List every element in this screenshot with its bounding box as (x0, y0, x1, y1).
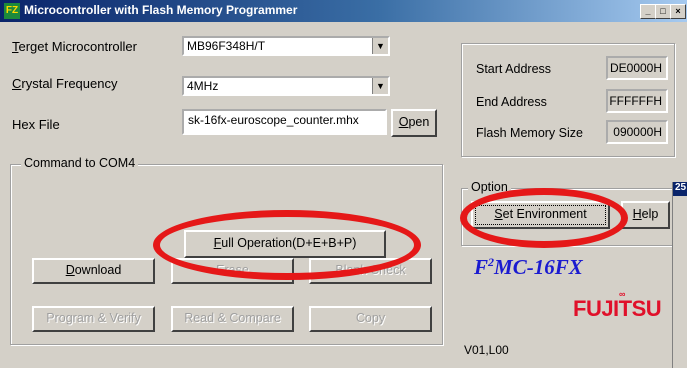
start-address-label: Start Address (476, 62, 552, 76)
flash-memory-size-value: 090000H (606, 120, 668, 144)
help-button[interactable]: Help (621, 201, 670, 229)
end-address-label: End Address (476, 95, 547, 109)
end-address-value: FFFFFFH (606, 89, 668, 113)
crystal-frequency-select[interactable]: 4MHz ▼ (182, 76, 390, 96)
target-microcontroller-label: Terget Microcontroller (12, 39, 137, 54)
fujitsu-infinity-mark: ∞ (619, 289, 625, 299)
crystal-frequency-label: Crystal Frequency (12, 76, 118, 91)
maximize-button[interactable]: □ (655, 4, 671, 19)
target-microcontroller-value: MB96F348H/T (187, 39, 266, 53)
minimize-button[interactable]: _ (640, 4, 656, 19)
copy-button[interactable]: Copy (309, 306, 432, 332)
start-address-value: DE0000H (606, 56, 668, 80)
full-operation-button[interactable]: Full Operation(D+E+B+P) (184, 230, 386, 258)
read-compare-button[interactable]: Read & Compare (171, 306, 294, 332)
chevron-down-icon[interactable]: ▼ (372, 38, 388, 54)
program-verify-button[interactable]: Program & Verify (32, 306, 155, 332)
blank-check-button[interactable]: Blank Check (309, 258, 432, 284)
hex-file-label: Hex File (12, 117, 60, 132)
flash-memory-size-label: Flash Memory Size (476, 126, 583, 140)
app-icon: FZ (4, 3, 20, 19)
set-environment-button[interactable]: Set Environment (471, 201, 610, 229)
hex-file-field[interactable]: sk-16fx-euroscope_counter.mhx (182, 109, 387, 135)
version-label: V01,L00 (464, 343, 509, 357)
close-button[interactable]: × (670, 4, 686, 19)
target-microcontroller-select[interactable]: MB96F348H/T ▼ (182, 36, 390, 56)
fujitsu-logo: ∞ FUJITSU (573, 289, 662, 322)
option-group-label: Option (468, 180, 511, 194)
programmer-window: FZ Microcontroller with Flash Memory Pro… (0, 0, 687, 368)
product-logo: F2MC-16FX (474, 255, 583, 279)
erase-button[interactable]: Erase (171, 258, 294, 284)
command-group-label: Command to COM4 (21, 156, 139, 170)
open-button[interactable]: Open (391, 109, 437, 137)
chevron-down-icon[interactable]: ▼ (372, 78, 388, 94)
background-window-edge[interactable]: 25 (672, 182, 687, 368)
download-button[interactable]: Download (32, 258, 155, 284)
window-title: Microcontroller with Flash Memory Progra… (24, 3, 298, 17)
background-window-title: 25 (673, 182, 687, 196)
crystal-frequency-value: 4MHz (187, 79, 219, 93)
title-bar[interactable]: FZ Microcontroller with Flash Memory Pro… (0, 0, 687, 22)
